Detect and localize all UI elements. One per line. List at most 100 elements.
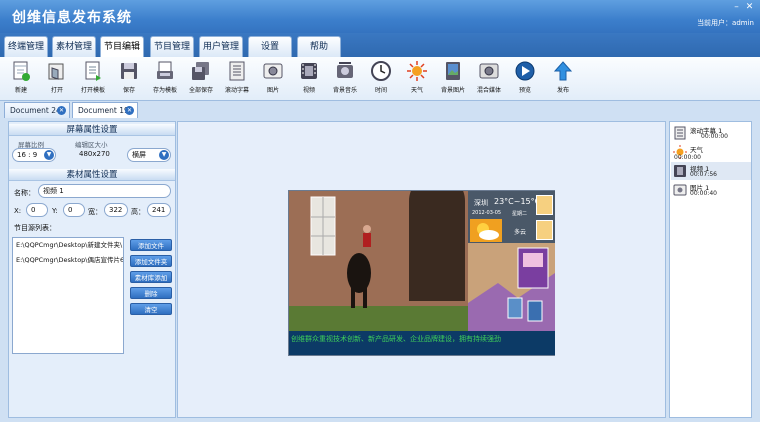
- tab-program-management[interactable]: 节目管理: [150, 36, 194, 57]
- preview-icon: [515, 61, 535, 81]
- editing-canvas[interactable]: 深圳 23°C~15°C 2012-03-05 星期二 多云 创维群众重视技术创…: [177, 121, 666, 418]
- doc-tab-24[interactable]: Document 24 ✕: [4, 102, 70, 118]
- music-icon: [337, 62, 353, 78]
- scroll-text-zone[interactable]: 创维群众重视技术创新、新产品研发、企业品牌建设，拥有持续强劲: [289, 331, 555, 355]
- material-props-header: 素材属性设置: [9, 169, 175, 181]
- chevron-down-icon: ▼: [44, 150, 54, 160]
- ratio-select[interactable]: 16 : 9 ▼: [12, 148, 56, 162]
- source-list[interactable]: E:\QQPCmgr\Desktop\新建文件夹\ E:\QQPCmgr\Des…: [12, 237, 124, 354]
- weather-temp: 23°C~15°C: [494, 197, 541, 206]
- new-button[interactable]: 新建: [4, 60, 38, 94]
- menu-bar: 终端管理 素材管理 节目编辑 节目管理 用户管理 设置 帮助: [0, 33, 760, 57]
- video-button[interactable]: 视频: [292, 60, 326, 94]
- forecast-icon: [536, 195, 553, 215]
- tab-settings[interactable]: 设置: [248, 36, 292, 57]
- layer-image[interactable]: 图片 1 00:00:40: [671, 181, 751, 199]
- clear-button[interactable]: 清空: [130, 303, 172, 315]
- screen-preview[interactable]: 深圳 23°C~15°C 2012-03-05 星期二 多云 创维群众重视技术创…: [288, 190, 555, 356]
- video-zone[interactable]: [289, 191, 468, 331]
- add-file-button[interactable]: 添加文件: [130, 239, 172, 251]
- chevron-down-icon: ▼: [159, 150, 169, 160]
- x-label: X:: [14, 207, 22, 215]
- x-input[interactable]: 0: [26, 203, 48, 217]
- weather-date: 2012-03-05: [472, 210, 502, 216]
- open-button[interactable]: 打开: [40, 60, 74, 94]
- scroll-text: 创维群众重视技术创新、新产品研发、企业品牌建设，拥有持续强劲: [291, 335, 501, 343]
- doc-tab-label: Document 19: [78, 106, 129, 115]
- weather-icon: [407, 61, 427, 81]
- save-all-button[interactable]: 全部保存: [184, 60, 218, 94]
- image-icon: [263, 63, 283, 79]
- scroll-text-button[interactable]: 滚动字幕: [220, 60, 254, 94]
- save-as-template-button[interactable]: 存为模板: [148, 60, 182, 94]
- height-label: 高：: [131, 208, 145, 216]
- tab-program-editing[interactable]: 节目编辑: [100, 36, 144, 57]
- save-all-icon: [192, 62, 209, 80]
- app-title: 创维信息发布系统: [12, 10, 132, 26]
- open-template-button[interactable]: 打开模板: [76, 60, 110, 94]
- name-label: 名称：: [14, 189, 35, 197]
- delete-button[interactable]: 删除: [130, 287, 172, 299]
- y-input[interactable]: 0: [63, 203, 85, 217]
- video-icon: [301, 63, 317, 79]
- close-icon[interactable]: ✕: [745, 3, 754, 12]
- weather-city: 深圳: [474, 199, 488, 207]
- clock-icon: [371, 61, 391, 81]
- image-button[interactable]: 图片: [256, 60, 290, 94]
- layer-weather[interactable]: 天气 00:00:00: [671, 143, 751, 161]
- layer-video[interactable]: 视频 1 00:07:56: [671, 162, 751, 180]
- publish-icon: [553, 61, 573, 81]
- background-image-button[interactable]: 背景图片: [436, 60, 470, 94]
- close-tab-icon[interactable]: ✕: [125, 106, 134, 115]
- tab-terminal-management[interactable]: 终端管理: [4, 36, 48, 57]
- video-icon: [674, 165, 686, 177]
- width-input[interactable]: 322: [104, 203, 128, 217]
- weather-zone[interactable]: 深圳 23°C~15°C 2012-03-05 星期二 多云: [468, 191, 555, 243]
- image-icon: [673, 184, 687, 196]
- background-music-button[interactable]: 背景音乐: [328, 60, 362, 94]
- scroll-text-icon: [674, 126, 686, 140]
- save-button[interactable]: 保存: [112, 60, 146, 94]
- weather-desc: 多云: [514, 229, 527, 236]
- add-from-library-button[interactable]: 素材库添加: [130, 271, 172, 283]
- source-list-label: 节目源列表：: [14, 224, 56, 232]
- partly-cloudy-icon: [470, 219, 502, 242]
- forecast-icon: [536, 220, 553, 240]
- orientation-select[interactable]: 横屏 ▼: [127, 148, 171, 162]
- mixed-media-button[interactable]: 混合媒体: [472, 60, 506, 94]
- weather-button[interactable]: 天气: [400, 60, 434, 94]
- background-image-icon: [446, 62, 460, 80]
- preview-button[interactable]: 预览: [508, 60, 542, 94]
- close-tab-icon[interactable]: ✕: [57, 106, 66, 115]
- y-label: Y:: [52, 207, 58, 215]
- new-doc-icon: [13, 61, 30, 81]
- publish-button[interactable]: 发布: [546, 60, 580, 94]
- window-controls: – ✕: [732, 3, 754, 12]
- doc-tab-label: Document 24: [10, 106, 61, 115]
- properties-panel: 屏幕属性设置 屏幕比例 编辑区大小 16 : 9 ▼ 480x270 横屏 ▼ …: [8, 121, 176, 418]
- screen-props-header: 屏幕属性设置: [9, 124, 175, 136]
- slideshow-image: [468, 243, 555, 331]
- tab-user-management[interactable]: 用户管理: [199, 36, 243, 57]
- height-input[interactable]: 241: [147, 203, 171, 217]
- tab-help[interactable]: 帮助: [297, 36, 341, 57]
- width-label: 宽：: [88, 208, 102, 216]
- add-folder-button[interactable]: 添加文件夹: [130, 255, 172, 267]
- toolbar: 新建 打开 打开模板 保存 存为模板 全部保存 滚动字幕 图片 视频 背景音乐 …: [0, 57, 760, 101]
- area-label: 编辑区大小: [75, 141, 108, 149]
- image-zone[interactable]: [468, 243, 555, 331]
- doc-tab-19[interactable]: Document 19 ✕: [72, 102, 138, 118]
- mixed-media-icon: [479, 63, 499, 79]
- minimize-icon[interactable]: –: [732, 3, 741, 12]
- layer-scroll-text[interactable]: 滚动字幕 1 00:00:00: [671, 124, 751, 142]
- open-icon: [48, 63, 64, 80]
- current-user-label: 当前用户：admin: [697, 19, 754, 27]
- list-item[interactable]: E:\QQPCmgr\Desktop\新建文件夹\: [13, 238, 123, 253]
- open-template-icon: [85, 61, 101, 81]
- name-input[interactable]: 视频 1: [38, 184, 171, 198]
- save-icon: [121, 63, 137, 79]
- area-value: 480x270: [79, 150, 110, 158]
- time-button[interactable]: 时间: [364, 60, 398, 94]
- tab-material-management[interactable]: 素材管理: [52, 36, 96, 57]
- list-item[interactable]: E:\QQPCmgr\Desktop\偶店宣传片6: [13, 253, 123, 268]
